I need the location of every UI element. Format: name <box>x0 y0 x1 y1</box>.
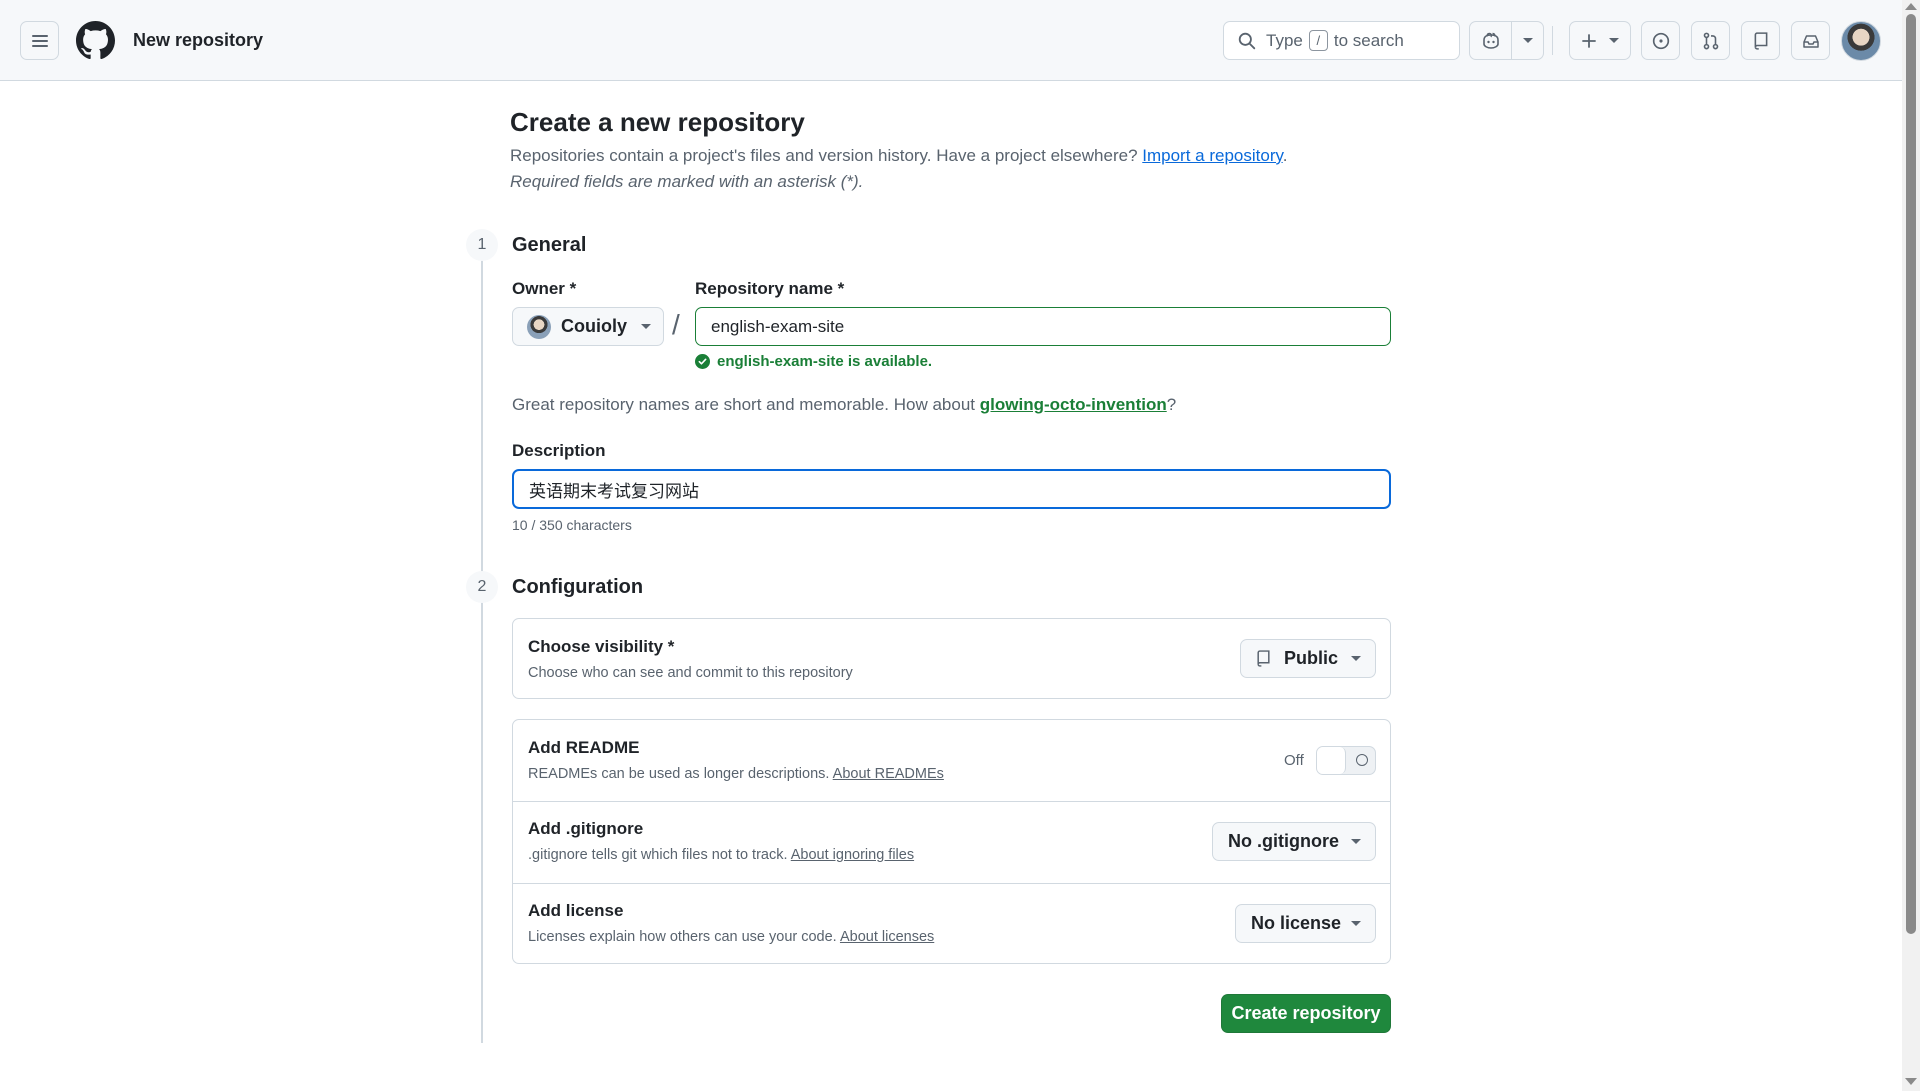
visibility-card: Choose visibility * Choose who can see a… <box>512 618 1391 699</box>
copilot-button[interactable] <box>1469 21 1512 60</box>
readme-title: Add README <box>528 738 640 757</box>
owner-select[interactable]: Couioly <box>512 307 664 346</box>
steps-timeline <box>481 231 483 1043</box>
name-suggestion: Great repository names are short and mem… <box>512 395 1176 415</box>
create-repository-button[interactable]: Create repository <box>1221 994 1391 1033</box>
availability-text: english-exam-site is available. <box>717 353 933 370</box>
scrollbar-thumb[interactable] <box>1906 14 1916 934</box>
license-subtitle-text: Licenses explain how others can use your… <box>528 929 837 945</box>
page-lead: Repositories contain a project's files a… <box>510 146 1287 166</box>
create-new-button[interactable] <box>1569 21 1631 60</box>
repository-name-input[interactable] <box>695 307 1391 346</box>
about-readmes-link[interactable]: About READMEs <box>833 766 944 782</box>
scroll-up-arrow-icon[interactable] <box>1905 3 1917 10</box>
visibility-value: Public <box>1283 648 1338 668</box>
gitignore-subtitle-text: .gitignore tells git which files not to … <box>528 847 788 863</box>
license-subtitle: Licenses explain how others can use your… <box>528 929 934 945</box>
section-title-general: General <box>512 234 587 256</box>
search-input[interactable]: Type / to search <box>1223 21 1460 60</box>
search-prefix: Type <box>1266 30 1303 50</box>
pull-requests-button[interactable] <box>1691 21 1730 60</box>
chevron-down-icon <box>1350 656 1361 661</box>
header-divider <box>1552 26 1553 55</box>
chevron-down-icon <box>641 324 651 329</box>
gitignore-value: No .gitignore <box>1228 831 1339 851</box>
open-menu-button[interactable] <box>20 21 59 60</box>
description-input[interactable] <box>512 469 1391 509</box>
import-repository-link[interactable]: Import a repository <box>1142 146 1282 165</box>
gitignore-title: Add .gitignore <box>528 819 644 838</box>
main-content: Create a new repository Repositories con… <box>0 81 1902 1091</box>
issue-opened-icon <box>1652 32 1669 49</box>
suggested-name-link[interactable]: glowing-octo-invention <box>980 395 1167 414</box>
description-label: Description <box>512 441 606 460</box>
chevron-down-icon <box>1608 38 1619 43</box>
chevron-down-icon <box>1351 839 1361 844</box>
gitignore-subtitle: .gitignore tells git which files not to … <box>528 847 914 863</box>
owner-value: Couioly <box>561 316 627 336</box>
description-char-count: 10 / 350 characters <box>512 517 632 533</box>
git-pull-request-icon <box>1703 32 1718 49</box>
repo-icon <box>1754 31 1767 50</box>
step-number-configuration: 2 <box>466 571 498 603</box>
copilot-icon <box>1482 32 1499 49</box>
readme-subtitle-text: READMEs can be used as longer descriptio… <box>528 766 830 782</box>
lead-end: . <box>1282 146 1288 165</box>
repositories-button[interactable] <box>1741 21 1780 60</box>
search-icon <box>1238 32 1256 49</box>
license-value: No license <box>1251 913 1342 933</box>
copilot-menu-button[interactable] <box>1512 21 1544 60</box>
toggle-knob <box>1317 747 1346 774</box>
about-licenses-link[interactable]: About licenses <box>840 929 934 945</box>
gitignore-select[interactable]: No .gitignore <box>1212 822 1376 861</box>
global-header: New repository Type / to search <box>0 0 1902 81</box>
visibility-select[interactable]: Public <box>1240 639 1376 678</box>
suggest-text: Great repository names are short and mem… <box>512 395 976 414</box>
search-shortcut-key: / <box>1308 30 1328 51</box>
toggle-off-icon <box>1356 754 1368 766</box>
license-title: Add license <box>528 901 624 920</box>
page-context-title[interactable]: New repository <box>133 30 263 51</box>
readme-toggle[interactable] <box>1316 746 1376 775</box>
license-row: Add license Licenses explain how others … <box>513 884 1390 965</box>
owner-label: Owner * <box>512 279 577 298</box>
availability-message: english-exam-site is available. <box>695 353 932 370</box>
suggest-end: ? <box>1166 395 1177 414</box>
user-avatar[interactable] <box>1841 21 1881 61</box>
required-fields-note: Required fields are marked with an aster… <box>510 172 864 191</box>
owner-repo-separator: / <box>672 309 680 340</box>
repo-name-label: Repository name * <box>695 279 845 298</box>
repo-icon <box>1257 650 1270 667</box>
readme-toggle-state: Off <box>1284 752 1304 769</box>
readme-row: Add README READMEs can be used as longer… <box>513 720 1390 801</box>
step-number-general: 1 <box>466 229 498 261</box>
inbox-button[interactable] <box>1791 21 1830 60</box>
issues-button[interactable] <box>1641 21 1680 60</box>
gitignore-row: Add .gitignore .gitignore tells git whic… <box>513 802 1390 883</box>
lead-text: Repositories contain a project's files a… <box>510 146 1138 165</box>
license-select[interactable]: No license <box>1235 904 1376 943</box>
readme-subtitle: READMEs can be used as longer descriptio… <box>528 766 944 782</box>
about-ignoring-files-link[interactable]: About ignoring files <box>791 847 914 863</box>
inbox-icon <box>1802 34 1819 48</box>
chevron-down-icon <box>1351 921 1361 926</box>
scroll-down-arrow-icon[interactable] <box>1905 1078 1917 1085</box>
visibility-title: Choose visibility * <box>528 637 675 656</box>
hamburger-icon <box>31 34 48 47</box>
owner-avatar <box>527 314 551 339</box>
chevron-down-icon <box>1522 38 1533 43</box>
repository-options-card: Add README READMEs can be used as longer… <box>512 719 1391 964</box>
plus-icon <box>1582 33 1597 48</box>
github-logo-icon[interactable] <box>76 21 115 60</box>
page-title: Create a new repository <box>510 107 805 137</box>
section-title-configuration: Configuration <box>512 576 644 598</box>
check-circle-icon <box>695 354 710 369</box>
search-suffix: to search <box>1333 30 1404 50</box>
visibility-subtitle: Choose who can see and commit to this re… <box>528 665 853 681</box>
